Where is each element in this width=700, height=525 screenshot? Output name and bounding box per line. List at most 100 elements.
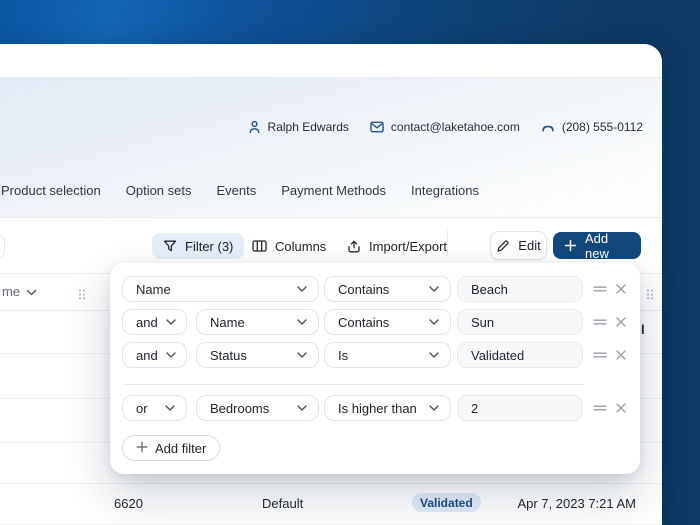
funnel-icon bbox=[163, 240, 177, 253]
tab-integrations[interactable]: Integrations bbox=[411, 183, 479, 198]
filter-row-4: or Bedrooms Is higher than 2 bbox=[122, 395, 627, 421]
field-select[interactable]: Status bbox=[196, 342, 319, 368]
add-filter-button[interactable]: Add filter bbox=[122, 435, 220, 461]
field-select-value: Name bbox=[210, 315, 245, 330]
clipped-control-fragment[interactable] bbox=[0, 234, 5, 259]
conjunction-select-value: and bbox=[136, 315, 158, 330]
cell-code: 6620 bbox=[114, 496, 143, 511]
field-select-value: Status bbox=[210, 348, 247, 363]
import-export-icon bbox=[347, 240, 361, 253]
add-filter-button-label: Add filter bbox=[155, 441, 206, 456]
import-export-button[interactable]: Import/Export bbox=[336, 233, 458, 259]
remove-filter-icon[interactable] bbox=[615, 283, 627, 295]
edit-button[interactable]: Edit bbox=[490, 231, 547, 260]
conjunction-select[interactable]: and bbox=[122, 342, 187, 368]
conjunction-select[interactable]: or bbox=[122, 395, 187, 421]
field-select-value: Name bbox=[136, 282, 171, 297]
mail-icon bbox=[370, 121, 384, 133]
filter-row-3: and Status Is Validated bbox=[122, 342, 627, 368]
remove-filter-icon[interactable] bbox=[615, 316, 627, 328]
value-input[interactable]: 2 bbox=[457, 395, 583, 421]
occluded-cell-text: l bbox=[641, 322, 644, 338]
field-select-value: Bedrooms bbox=[210, 401, 269, 416]
row-divider bbox=[0, 483, 662, 484]
drag-handle-icon[interactable] bbox=[593, 349, 607, 361]
chevron-down-icon bbox=[165, 405, 175, 411]
chevron-down-icon bbox=[297, 319, 307, 325]
chevron-down-icon bbox=[166, 319, 176, 325]
field-select[interactable]: Name bbox=[196, 309, 319, 335]
operator-select-value: Is bbox=[338, 348, 348, 363]
cell-option-set: Default bbox=[262, 496, 303, 511]
app-window: Ralph Edwards contact@laketahoe.com (208… bbox=[0, 0, 700, 525]
contact-phone-label: (208) 555-0112 bbox=[562, 120, 643, 134]
contact-email-label: contact@laketahoe.com bbox=[391, 120, 520, 134]
operator-select[interactable]: Is higher than bbox=[324, 395, 451, 421]
filter-panel: Name Contains Beach and Name bbox=[110, 263, 640, 474]
remove-filter-icon[interactable] bbox=[615, 402, 627, 414]
filter-button[interactable]: Filter (3) bbox=[152, 233, 244, 259]
drag-handle-icon[interactable] bbox=[593, 283, 607, 295]
card-top-strip bbox=[0, 44, 662, 77]
nav-tabs: Product selection Option sets Events Pay… bbox=[1, 183, 479, 198]
value-input[interactable]: Sun bbox=[457, 309, 583, 335]
columns-button[interactable]: Columns bbox=[241, 233, 337, 259]
pencil-icon bbox=[496, 239, 510, 253]
column-header-partial-label: me bbox=[2, 284, 20, 299]
contact-row: Ralph Edwards contact@laketahoe.com (208… bbox=[248, 120, 643, 134]
chevron-down-icon bbox=[166, 352, 176, 358]
status-badge: Validated bbox=[412, 493, 481, 512]
plus-icon bbox=[136, 441, 148, 456]
conjunction-select[interactable]: and bbox=[122, 309, 187, 335]
phone-icon bbox=[541, 122, 555, 133]
chevron-down-icon bbox=[297, 405, 307, 411]
add-new-button[interactable]: Add new bbox=[553, 232, 641, 259]
sort-chevron-icon bbox=[26, 284, 37, 299]
operator-select[interactable]: Contains bbox=[324, 309, 451, 335]
toolbar-divider bbox=[447, 230, 448, 256]
conjunction-select-value: and bbox=[136, 348, 158, 363]
column-drag-handle-icon[interactable] bbox=[78, 287, 86, 305]
person-icon bbox=[248, 120, 261, 134]
chevron-down-icon bbox=[429, 352, 439, 358]
operator-select[interactable]: Is bbox=[324, 342, 451, 368]
import-export-button-label: Import/Export bbox=[369, 239, 447, 254]
contact-name-label: Ralph Edwards bbox=[268, 120, 349, 134]
chevron-down-icon bbox=[297, 352, 307, 358]
conjunction-select-value: or bbox=[136, 401, 148, 416]
tab-option-sets[interactable]: Option sets bbox=[126, 183, 192, 198]
drag-handle-icon[interactable] bbox=[593, 316, 607, 328]
columns-icon bbox=[252, 240, 267, 252]
operator-select-value: Contains bbox=[338, 282, 389, 297]
columns-button-label: Columns bbox=[275, 239, 326, 254]
cell-created-date: Apr 7, 2023 7:21 AM bbox=[517, 496, 636, 511]
field-select[interactable]: Bedrooms bbox=[196, 395, 319, 421]
filter-row-2: and Name Contains Sun bbox=[122, 309, 627, 335]
column-drag-handle-icon-2[interactable] bbox=[646, 287, 654, 305]
column-header-name[interactable]: me bbox=[2, 284, 37, 299]
chevron-down-icon bbox=[429, 286, 439, 292]
tab-product-selection[interactable]: Product selection bbox=[1, 183, 101, 198]
field-select[interactable]: Name bbox=[122, 276, 319, 302]
contact-email[interactable]: contact@laketahoe.com bbox=[370, 120, 520, 134]
operator-select[interactable]: Contains bbox=[324, 276, 451, 302]
add-new-button-label: Add new bbox=[585, 231, 630, 261]
header-section: Ralph Edwards contact@laketahoe.com (208… bbox=[0, 77, 662, 218]
chevron-down-icon bbox=[429, 319, 439, 325]
operator-select-value: Is higher than bbox=[338, 401, 417, 416]
tab-events[interactable]: Events bbox=[217, 183, 257, 198]
remove-filter-icon[interactable] bbox=[615, 349, 627, 361]
value-input[interactable]: Validated bbox=[457, 342, 583, 368]
filter-row-1: Name Contains Beach bbox=[122, 276, 627, 302]
drag-handle-icon[interactable] bbox=[593, 402, 607, 414]
value-input[interactable]: Beach bbox=[457, 276, 583, 302]
tab-payment-methods[interactable]: Payment Methods bbox=[281, 183, 386, 198]
contact-phone[interactable]: (208) 555-0112 bbox=[541, 120, 643, 134]
edit-button-label: Edit bbox=[518, 238, 540, 253]
contact-name: Ralph Edwards bbox=[248, 120, 349, 134]
plus-icon bbox=[564, 239, 577, 252]
filter-button-label: Filter (3) bbox=[185, 239, 233, 254]
operator-select-value: Contains bbox=[338, 315, 389, 330]
chevron-down-icon bbox=[297, 286, 307, 292]
chevron-down-icon bbox=[429, 405, 439, 411]
